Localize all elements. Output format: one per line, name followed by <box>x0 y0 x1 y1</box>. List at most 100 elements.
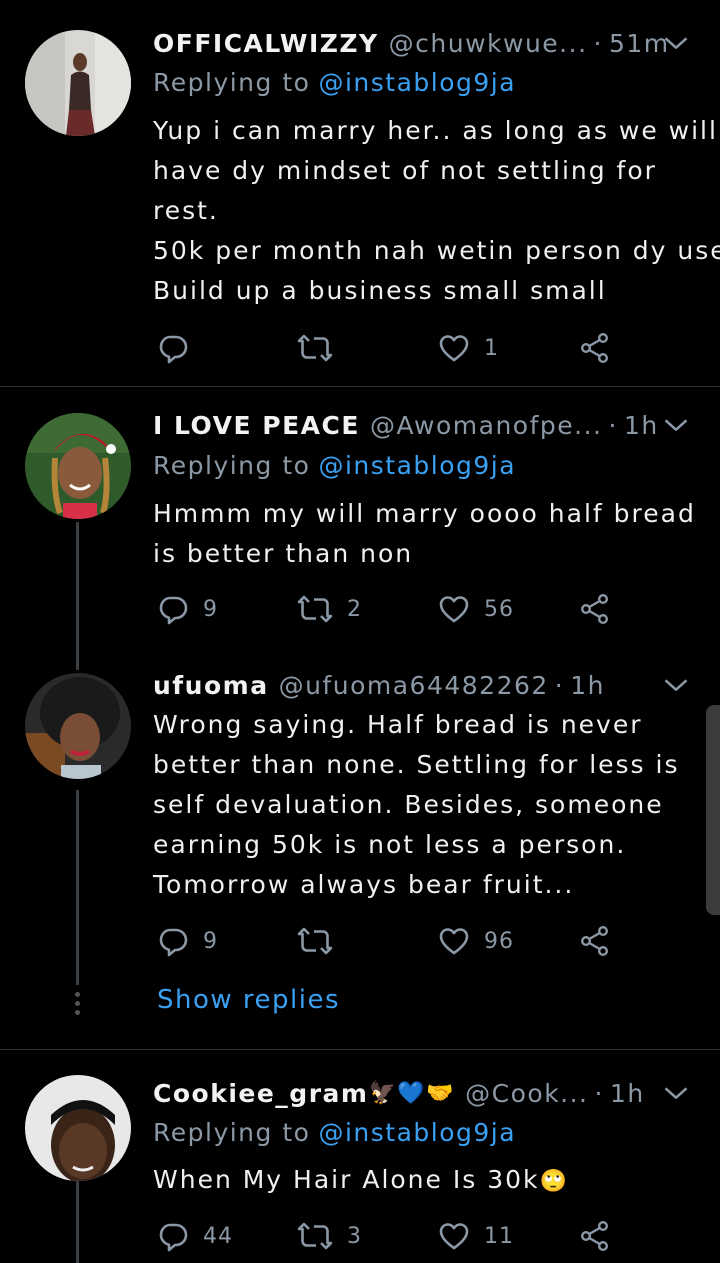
replying-to: Replying to @instablog9ja <box>153 1118 516 1147</box>
tweet-line-text: When My Hair Alone Is 30k <box>153 1165 540 1194</box>
tweet-line: Wrong saying. Half bread is never <box>153 710 643 739</box>
share-button[interactable] <box>579 328 611 368</box>
tweet-text: When My Hair Alone Is 30k🙄 <box>153 1160 569 1202</box>
thread-line <box>76 790 79 985</box>
share-icon <box>579 1220 611 1252</box>
name-emojis: 🦅💙🤝 <box>368 1080 456 1106</box>
retweet-icon <box>297 593 333 625</box>
user-handle[interactable]: @chuwkwue... <box>389 29 588 58</box>
chevron-down-icon[interactable] <box>662 671 690 699</box>
tweet-line: rest. <box>153 196 219 225</box>
retweet-button[interactable]: 2 <box>297 589 362 629</box>
avatar[interactable] <box>25 1075 131 1181</box>
replying-to: Replying to @instablog9ja <box>153 68 516 97</box>
separator: · <box>593 28 603 58</box>
tweet-line: self devaluation. Besides, someone <box>153 790 664 819</box>
scrollbar[interactable] <box>706 705 720 915</box>
tweet-line: Build up a business small small <box>153 276 607 305</box>
share-button[interactable] <box>579 921 611 961</box>
user-handle[interactable]: @Awomanofpe... <box>370 411 603 440</box>
replying-handle[interactable]: @instablog9ja <box>318 68 516 97</box>
chevron-down-icon[interactable] <box>662 29 690 57</box>
like-icon <box>438 1220 470 1252</box>
show-replies-link[interactable]: Show replies <box>157 985 340 1015</box>
avatar[interactable] <box>25 673 131 779</box>
display-name[interactable]: OFFICALWIZZY <box>153 29 379 58</box>
reply-button[interactable] <box>157 328 203 368</box>
like-count: 11 <box>484 1223 514 1249</box>
reply-button[interactable]: 44 <box>157 1216 233 1256</box>
tweet-line: Hmmm my will marry oooo half bread <box>153 499 696 528</box>
chevron-down-icon[interactable] <box>662 411 690 439</box>
reply-icon <box>157 925 189 957</box>
tweet-actions: 9 96 <box>157 921 627 961</box>
user-handle[interactable]: @ufuoma64482262 <box>279 671 549 700</box>
retweet-button[interactable] <box>297 328 347 368</box>
like-count: 96 <box>484 928 514 954</box>
divider <box>0 386 720 387</box>
tweet-line: better than none. Settling for less is <box>153 750 680 779</box>
retweet-count: 3 <box>347 1223 362 1249</box>
retweet-button[interactable] <box>297 921 347 961</box>
like-count: 1 <box>484 335 499 361</box>
reply-button[interactable]: 9 <box>157 921 218 961</box>
replying-label: Replying to <box>153 68 311 97</box>
reply-icon <box>157 332 189 364</box>
like-icon <box>438 593 470 625</box>
eye-roll-emoji: 🙄 <box>539 1169 569 1194</box>
tweet-text: Yup i can marry her.. as long as we will… <box>153 111 720 311</box>
retweet-icon <box>297 925 333 957</box>
timestamp[interactable]: 1h <box>624 411 659 440</box>
reply-icon <box>157 1220 189 1252</box>
tweet-line: is better than non <box>153 539 414 568</box>
separator: · <box>594 1078 604 1108</box>
tweet-line: When My Hair Alone Is 30k🙄 <box>153 1160 569 1202</box>
reply-count: 9 <box>203 928 218 954</box>
tweet-line: earning 50k is not less a person. <box>153 830 627 859</box>
tweet-text: Wrong saying. Half bread is never better… <box>153 705 680 905</box>
like-icon <box>438 925 470 957</box>
thread-line <box>76 522 79 670</box>
tweet-actions: 9 2 56 <box>157 589 627 629</box>
tweet-line: 50k per month nah wetin person dy use <box>153 236 720 265</box>
divider <box>0 1049 720 1050</box>
display-name[interactable]: I LOVE PEACE <box>153 411 360 440</box>
timestamp[interactable]: 51m <box>609 29 670 58</box>
timestamp[interactable]: 1h <box>610 1079 645 1108</box>
retweet-icon <box>297 1220 333 1252</box>
replying-label: Replying to <box>153 1118 311 1147</box>
share-icon <box>579 332 611 364</box>
timestamp[interactable]: 1h <box>570 671 605 700</box>
reply-icon <box>157 593 189 625</box>
display-name[interactable]: ufuoma <box>153 671 269 700</box>
like-count: 56 <box>484 596 514 622</box>
replying-to: Replying to @instablog9ja <box>153 451 516 480</box>
tweet-line: have dy mindset of not settling for <box>153 156 657 185</box>
display-name[interactable]: Cookiee_gram <box>153 1079 368 1108</box>
user-handle[interactable]: @Cook... <box>465 1079 588 1108</box>
like-button[interactable]: 56 <box>438 589 514 629</box>
like-button[interactable]: 1 <box>438 328 499 368</box>
replying-handle[interactable]: @instablog9ja <box>318 451 516 480</box>
reply-count: 44 <box>203 1223 233 1249</box>
like-button[interactable]: 96 <box>438 921 514 961</box>
share-button[interactable] <box>579 589 611 629</box>
replying-handle[interactable]: @instablog9ja <box>318 1118 516 1147</box>
tweet-actions: 1 <box>157 328 627 368</box>
chevron-down-icon[interactable] <box>662 1079 690 1107</box>
avatar[interactable] <box>25 30 131 136</box>
retweet-button[interactable]: 3 <box>297 1216 362 1256</box>
like-button[interactable]: 11 <box>438 1216 514 1256</box>
separator: · <box>554 670 565 700</box>
share-button[interactable] <box>579 1216 611 1256</box>
retweet-count: 2 <box>347 596 362 622</box>
share-icon <box>579 593 611 625</box>
reply-count: 9 <box>203 596 218 622</box>
avatar[interactable] <box>25 413 131 519</box>
reply-button[interactable]: 9 <box>157 589 218 629</box>
replying-label: Replying to <box>153 451 311 480</box>
tweet-text: Hmmm my will marry oooo half bread is be… <box>153 494 696 574</box>
retweet-icon <box>297 332 333 364</box>
like-icon <box>438 332 470 364</box>
tweet-line: Tomorrow always bear fruit... <box>153 870 575 899</box>
